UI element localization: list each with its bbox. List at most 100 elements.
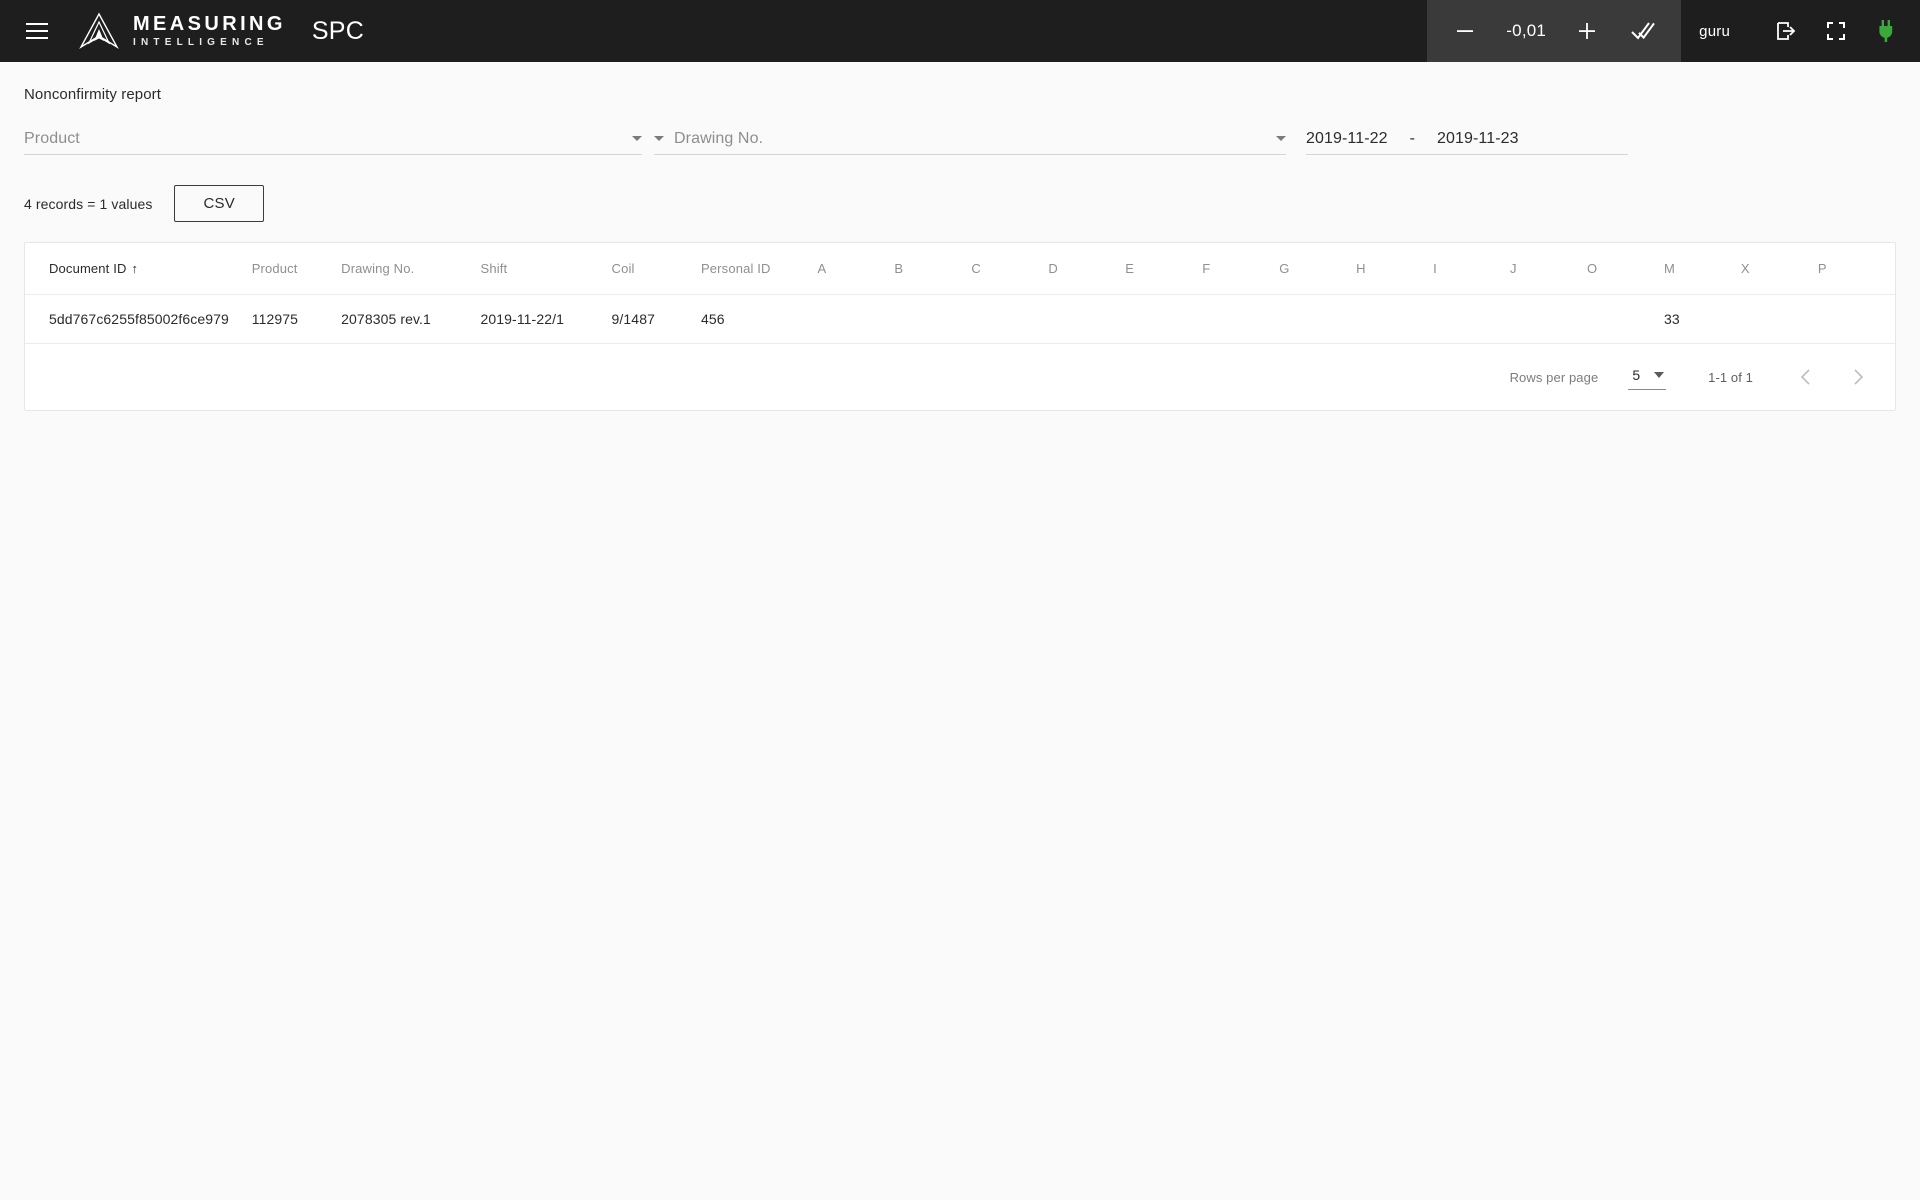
column-header-i[interactable]: I — [1433, 243, 1511, 295]
pagination-range: 1-1 of 1 — [1708, 369, 1753, 385]
column-header-f[interactable]: F — [1202, 243, 1280, 295]
login-arrow-icon — [1777, 22, 1796, 40]
product-filter-label: Product — [24, 129, 80, 147]
connection-status-button[interactable] — [1864, 9, 1908, 53]
column-header-a[interactable]: A — [817, 243, 895, 295]
cell-coil: 9/1487 — [611, 294, 701, 344]
rows-per-page-value: 5 — [1632, 366, 1641, 383]
chevron-left-icon — [1800, 369, 1810, 385]
records-summary: 4 records = 1 values — [24, 195, 153, 212]
column-header-d[interactable]: D — [1048, 243, 1126, 295]
column-header-e[interactable]: E — [1125, 243, 1203, 295]
logout-button[interactable] — [1764, 9, 1808, 53]
offset-value: -0,01 — [1506, 21, 1547, 40]
table-header-row: Document ID ↑ Product Drawing No. Shift C… — [25, 243, 1895, 295]
cell-document-id: 5dd767c6255f85002f6ce979 — [25, 294, 252, 344]
double-check-icon — [1631, 22, 1655, 40]
column-header-x[interactable]: X — [1740, 243, 1818, 295]
minus-icon — [1457, 30, 1474, 32]
measuring-intelligence-logo-icon — [79, 12, 119, 49]
chevron-down-icon[interactable] — [632, 136, 642, 141]
column-header-p[interactable]: P — [1817, 243, 1895, 295]
date-from-input[interactable]: 2019-11-22 — [1306, 130, 1388, 148]
chevron-down-icon — [1654, 371, 1665, 378]
cell-drawing-no: 2078305 rev.1 — [341, 294, 481, 344]
date-range-filter[interactable]: 2019-11-22 - 2019-11-23 — [1306, 123, 1628, 155]
previous-page-button[interactable] — [1789, 360, 1823, 394]
csv-export-button[interactable]: CSV — [174, 185, 264, 222]
page-content: Nonconfirmity report Product Drawing No.… — [0, 62, 1920, 1200]
cell-a — [817, 294, 895, 344]
cell-c — [971, 294, 1049, 344]
column-header-drawing-no[interactable]: Drawing No. — [341, 243, 481, 295]
sort-ascending-icon: ↑ — [131, 261, 139, 276]
hamburger-bar — [26, 23, 48, 25]
column-header-g[interactable]: G — [1279, 243, 1357, 295]
fullscreen-button[interactable] — [1814, 9, 1858, 53]
brand-logo[interactable]: MEASURING INTELLIGENCE — [78, 12, 286, 50]
results-table: Document ID ↑ Product Drawing No. Shift C… — [25, 243, 1895, 344]
cell-x — [1740, 294, 1818, 344]
column-header-personal-id[interactable]: Personal ID — [700, 243, 818, 295]
cell-g — [1279, 294, 1357, 344]
results-table-card: Document ID ↑ Product Drawing No. Shift C… — [24, 242, 1896, 411]
rows-per-page-select[interactable]: 5 — [1628, 365, 1667, 390]
cell-d — [1048, 294, 1126, 344]
pagination-nav — [1789, 360, 1875, 394]
drawing-no-filter-select[interactable]: Drawing No. — [654, 123, 1286, 155]
date-to-input[interactable]: 2019-11-23 — [1437, 130, 1519, 148]
hamburger-bar — [26, 37, 48, 39]
chevron-right-icon — [1854, 369, 1864, 385]
filter-bar: Product Drawing No. 2019-11-22 - 2019-11… — [24, 123, 1896, 155]
column-header-document-id[interactable]: Document ID ↑ — [25, 243, 252, 295]
column-header-m[interactable]: M — [1663, 243, 1741, 295]
cell-e — [1125, 294, 1203, 344]
chevron-down-icon[interactable] — [654, 136, 664, 141]
offset-stepper: -0,01 — [1427, 0, 1682, 62]
cell-h — [1356, 294, 1434, 344]
table-row[interactable]: 5dd767c6255f85002f6ce979 112975 2078305 … — [25, 294, 1895, 344]
column-header-product[interactable]: Product — [251, 243, 342, 295]
plug-icon — [1879, 20, 1893, 42]
page-title: Nonconfirmity report — [24, 86, 162, 103]
column-header-label: Document ID — [49, 261, 127, 276]
column-header-h[interactable]: H — [1356, 243, 1434, 295]
fullscreen-icon — [1827, 22, 1845, 40]
brand-line-primary: MEASURING — [133, 13, 286, 35]
plus-icon — [1579, 23, 1596, 39]
column-header-c[interactable]: C — [971, 243, 1049, 295]
cell-product: 112975 — [251, 294, 342, 344]
column-header-coil[interactable]: Coil — [611, 243, 701, 295]
confirm-button[interactable] — [1621, 9, 1665, 53]
increment-button[interactable] — [1565, 9, 1609, 53]
next-page-button[interactable] — [1841, 360, 1875, 394]
records-bar: 4 records = 1 values CSV — [24, 185, 1896, 222]
column-header-b[interactable]: B — [894, 243, 972, 295]
cell-o — [1587, 294, 1664, 344]
cell-b — [894, 294, 972, 344]
column-header-o[interactable]: O — [1587, 243, 1664, 295]
table-pagination: Rows per page 5 1-1 of 1 — [25, 344, 1895, 410]
column-header-j[interactable]: J — [1510, 243, 1587, 295]
cell-j — [1510, 294, 1587, 344]
chevron-down-icon[interactable] — [1276, 136, 1286, 141]
cell-shift: 2019-11-22/1 — [480, 294, 612, 344]
hamburger-bar — [26, 30, 48, 32]
table-body: 5dd767c6255f85002f6ce979 112975 2078305 … — [25, 294, 1895, 344]
decrement-button[interactable] — [1443, 9, 1487, 53]
cell-m: 33 — [1663, 294, 1741, 344]
table-header: Document ID ↑ Product Drawing No. Shift C… — [25, 243, 1895, 295]
cell-i — [1433, 294, 1511, 344]
rows-per-page-label: Rows per page — [1509, 369, 1599, 385]
drawing-no-filter-label: Drawing No. — [674, 129, 764, 147]
date-range-separator: - — [1409, 129, 1415, 147]
product-filter-select[interactable]: Product — [24, 123, 642, 155]
user-area: guru — [1681, 9, 1920, 53]
user-name: guru — [1699, 22, 1730, 40]
brand-line-secondary: INTELLIGENCE — [133, 37, 269, 48]
app-header: MEASURING INTELLIGENCE SPC -0,01 guru — [0, 0, 1920, 62]
column-header-shift[interactable]: Shift — [480, 243, 612, 295]
cell-f — [1202, 294, 1280, 344]
cell-personal-id: 456 — [700, 294, 818, 344]
hamburger-menu-icon[interactable] — [14, 8, 60, 54]
